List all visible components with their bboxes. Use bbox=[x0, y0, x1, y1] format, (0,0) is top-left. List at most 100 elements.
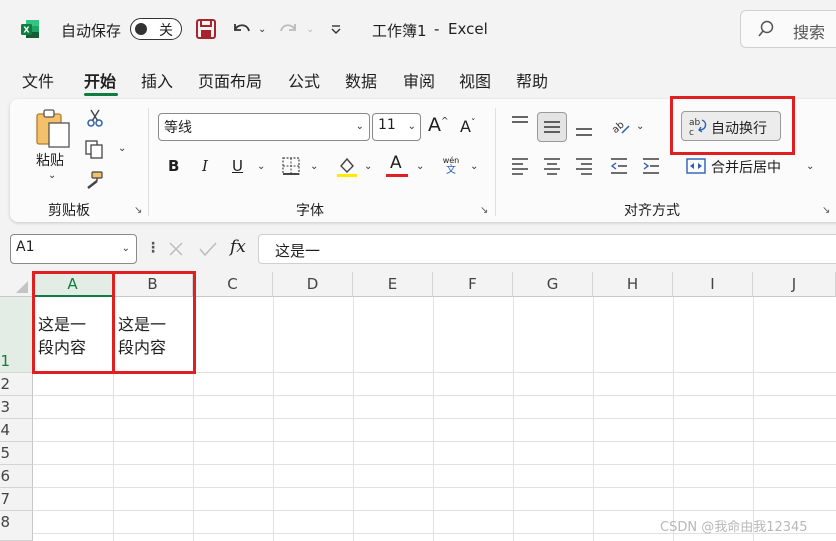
column-header-g[interactable]: G bbox=[513, 272, 593, 297]
column-header-f[interactable]: F bbox=[433, 272, 513, 297]
row-header-6[interactable]: 6 bbox=[0, 465, 33, 488]
tab-insert[interactable]: 插入 bbox=[141, 68, 173, 92]
row-header-5[interactable]: 5 bbox=[0, 442, 33, 465]
autosave-toggle[interactable]: 关 bbox=[130, 18, 182, 40]
font-size-dropdown-icon: ⌄ bbox=[407, 121, 416, 132]
font-color-icon[interactable]: A bbox=[390, 153, 402, 173]
italic-button[interactable]: I bbox=[202, 157, 208, 175]
column-header-e[interactable]: E bbox=[353, 272, 433, 297]
name-box[interactable]: A1 ⌄ bbox=[10, 234, 137, 264]
font-color-dropdown-icon[interactable]: ⌄ bbox=[416, 161, 424, 172]
row-header-1[interactable]: 1 bbox=[0, 297, 33, 373]
select-all-corner[interactable] bbox=[0, 272, 33, 297]
middle-align-icon bbox=[544, 121, 560, 133]
cancel-entry-icon[interactable] bbox=[167, 240, 185, 258]
paste-label[interactable]: 粘贴 bbox=[36, 150, 64, 170]
font-size-select[interactable]: 11 ⌄ bbox=[372, 113, 421, 141]
borders-icon[interactable] bbox=[281, 156, 301, 176]
underline-dropdown-icon[interactable]: ⌄ bbox=[257, 161, 265, 172]
tab-page-layout[interactable]: 页面布局 bbox=[198, 68, 262, 92]
merge-center-label[interactable]: 合并后居中 bbox=[711, 157, 781, 177]
row-header-4[interactable]: 4 bbox=[0, 419, 33, 442]
tab-help[interactable]: 帮助 bbox=[516, 68, 548, 92]
name-box-dropdown-icon: ⌄ bbox=[121, 243, 130, 254]
watermark-text: CSDN @我命由我12345 bbox=[660, 520, 808, 535]
enter-check-icon[interactable] bbox=[198, 240, 218, 258]
formula-input[interactable]: 这是一 bbox=[258, 234, 836, 264]
grid-line bbox=[513, 297, 514, 541]
group-separator bbox=[148, 108, 149, 216]
font-dialog-launcher-icon[interactable]: ↘ bbox=[480, 205, 488, 216]
excel-logo-icon: X bbox=[21, 20, 39, 38]
undo-icon[interactable] bbox=[230, 18, 252, 40]
phonetic-guide-icon[interactable]: wén 文 bbox=[440, 156, 462, 176]
alignment-dialog-launcher-icon[interactable]: ↘ bbox=[822, 205, 830, 216]
alignment-group-label: 对齐方式 bbox=[624, 203, 680, 219]
row-header-3[interactable]: 3 bbox=[0, 396, 33, 419]
copy-dropdown-icon[interactable]: ⌄ bbox=[118, 143, 126, 154]
column-header-c[interactable]: C bbox=[193, 272, 273, 297]
top-align-icon[interactable] bbox=[510, 115, 530, 133]
tab-view[interactable]: 视图 bbox=[459, 68, 491, 92]
increase-font-size-icon[interactable]: A^ bbox=[428, 114, 449, 136]
grid-line bbox=[753, 297, 754, 541]
row-header-7[interactable]: 7 bbox=[0, 488, 33, 511]
bottom-align-icon[interactable] bbox=[574, 120, 594, 138]
customize-quick-access-icon[interactable] bbox=[330, 24, 342, 36]
grid-line bbox=[33, 510, 836, 511]
tab-file[interactable]: 文件 bbox=[22, 68, 54, 92]
underline-button[interactable]: U bbox=[232, 157, 243, 175]
column-header-h[interactable]: H bbox=[593, 272, 673, 297]
phonetic-dropdown-icon[interactable]: ⌄ bbox=[470, 161, 478, 172]
search-placeholder: 搜索 bbox=[793, 23, 826, 42]
column-header-i[interactable]: I bbox=[673, 272, 753, 297]
font-name-select[interactable]: 等线 ⌄ bbox=[158, 113, 370, 141]
middle-align-button[interactable] bbox=[537, 112, 567, 142]
merge-center-icon[interactable] bbox=[685, 157, 707, 175]
align-center-icon[interactable] bbox=[542, 157, 562, 175]
orientation-dropdown-icon[interactable]: ⌄ bbox=[636, 121, 644, 132]
format-painter-icon[interactable] bbox=[84, 170, 104, 190]
annotation-highlight-column-b bbox=[112, 271, 196, 374]
align-right-icon[interactable] bbox=[574, 157, 594, 175]
tab-home[interactable]: 开始 bbox=[84, 68, 116, 92]
decrease-indent-icon[interactable] bbox=[609, 157, 629, 175]
formula-bar-handle-icon[interactable]: ⋮ bbox=[146, 240, 160, 256]
redo-dropdown-icon[interactable]: ⌄ bbox=[306, 24, 314, 35]
row-header-8[interactable]: 8 bbox=[0, 511, 33, 541]
merge-center-dropdown-icon[interactable]: ⌄ bbox=[806, 161, 814, 172]
paste-icon[interactable] bbox=[34, 108, 72, 148]
bold-button[interactable]: B bbox=[168, 157, 179, 175]
cut-icon[interactable] bbox=[86, 108, 104, 128]
align-left-icon[interactable] bbox=[510, 157, 530, 175]
grid-line bbox=[433, 297, 434, 541]
font-name-value: 等线 bbox=[164, 120, 192, 136]
insert-function-icon[interactable]: fx bbox=[230, 237, 246, 257]
active-tab-underline bbox=[84, 93, 118, 96]
column-header-j[interactable]: J bbox=[753, 272, 836, 297]
borders-dropdown-icon[interactable]: ⌄ bbox=[310, 161, 318, 172]
svg-text:X: X bbox=[23, 26, 30, 35]
search-box[interactable]: 搜索 bbox=[740, 10, 836, 48]
save-icon[interactable] bbox=[195, 18, 217, 40]
row-header-2[interactable]: 2 bbox=[0, 373, 33, 396]
tab-formulas[interactable]: 公式 bbox=[288, 68, 320, 92]
app-name: Excel bbox=[448, 20, 488, 38]
tab-data[interactable]: 数据 bbox=[345, 68, 377, 92]
formula-content: 这是一 bbox=[275, 242, 321, 260]
increase-indent-icon[interactable] bbox=[641, 157, 661, 175]
redo-icon[interactable] bbox=[278, 18, 300, 40]
tab-review[interactable]: 审阅 bbox=[403, 68, 435, 92]
orientation-icon[interactable]: ab bbox=[608, 115, 632, 137]
column-header-d[interactable]: D bbox=[273, 272, 353, 297]
grid-line bbox=[673, 297, 674, 541]
decrease-font-size-icon[interactable]: Aˇ bbox=[460, 117, 475, 136]
paste-dropdown-icon[interactable]: ⌄ bbox=[48, 170, 56, 181]
copy-icon[interactable] bbox=[84, 139, 104, 159]
autosave-state: 关 bbox=[159, 23, 173, 39]
fill-color-dropdown-icon[interactable]: ⌄ bbox=[364, 161, 372, 172]
grid-line bbox=[33, 464, 836, 465]
undo-dropdown-icon[interactable]: ⌄ bbox=[258, 24, 266, 35]
clipboard-dialog-launcher-icon[interactable]: ↘ bbox=[134, 205, 142, 216]
fill-color-icon[interactable] bbox=[335, 154, 359, 178]
